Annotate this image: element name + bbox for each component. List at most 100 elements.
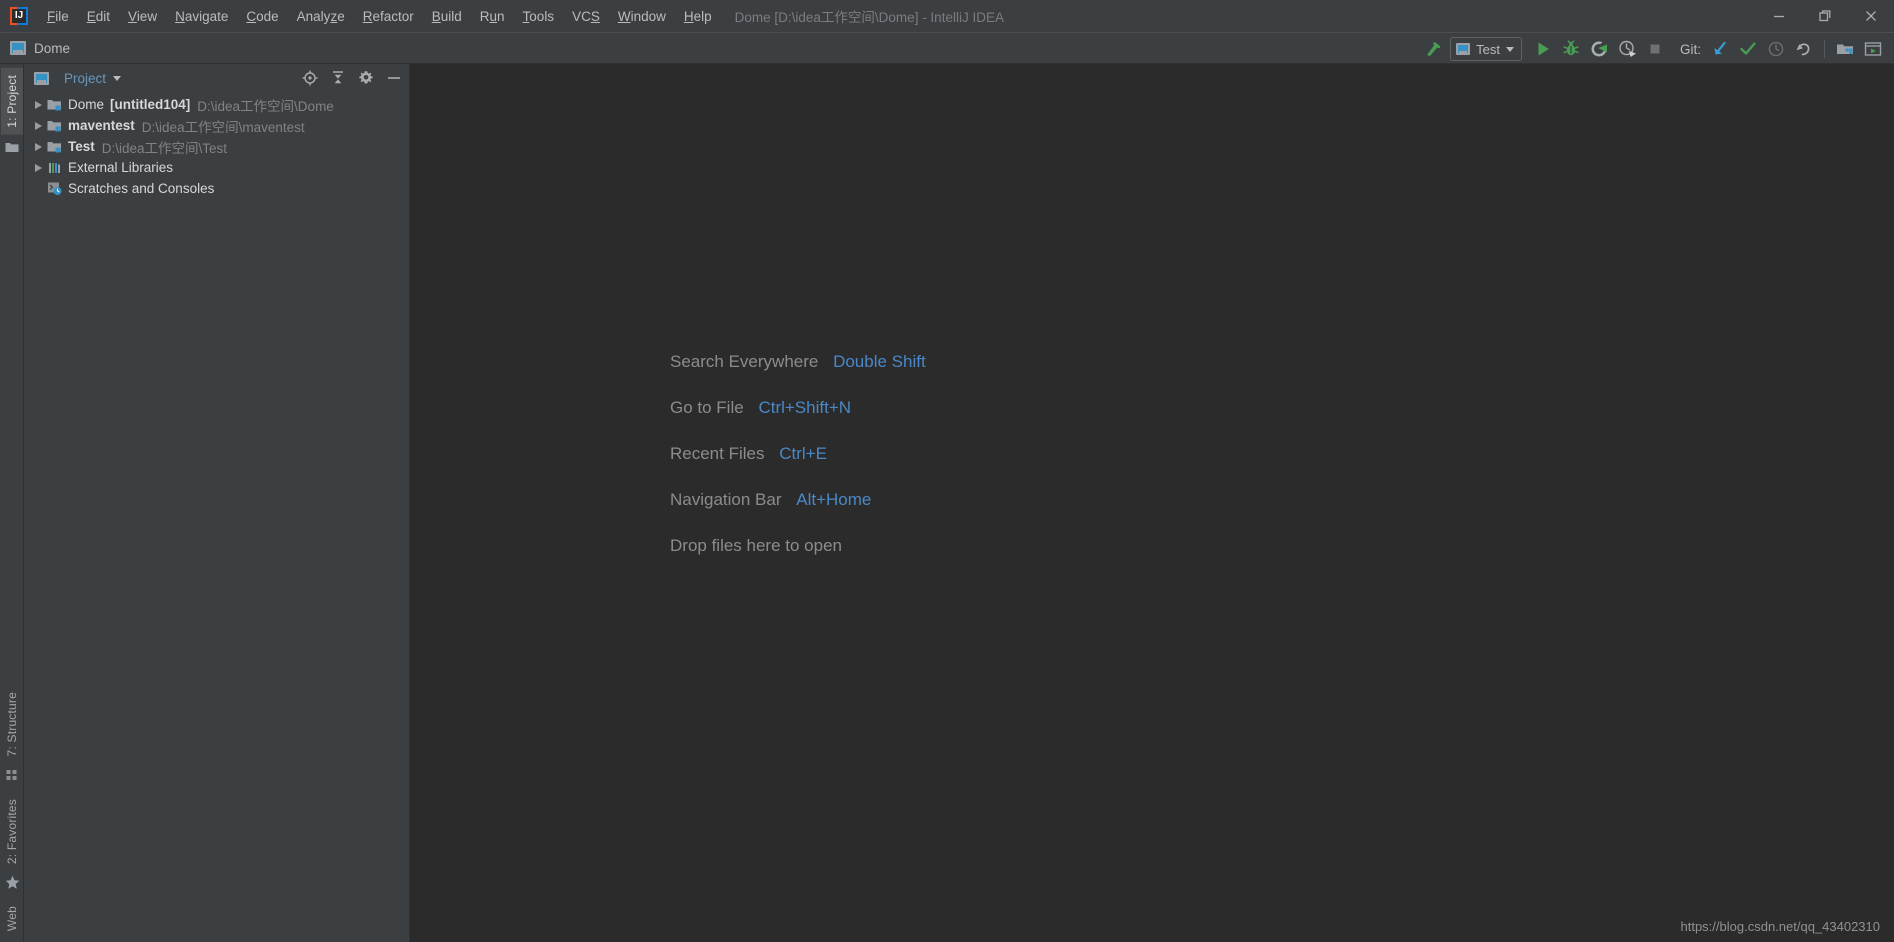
tree-row[interactable]: Test D:\idea工作空间\Test (24, 136, 409, 157)
menu-file[interactable]: File (38, 6, 78, 27)
sidebar-item-project[interactable]: 1: Project (0, 68, 23, 135)
close-icon[interactable] (1848, 0, 1894, 32)
module-folder-icon (46, 140, 64, 154)
hide-icon[interactable] (385, 69, 403, 87)
scratches-icon (46, 181, 64, 196)
left-tool-stripe: 1: Project 7: Structure 2: Favorites Web (0, 64, 24, 942)
tree-row[interactable]: Scratches and Consoles (24, 178, 409, 199)
tree-node-path: D:\idea工作空间\Test (101, 140, 228, 156)
tip-label: Recent Files (670, 444, 765, 463)
tip-recent-files: Recent Files Ctrl+E (670, 444, 926, 464)
menu-code[interactable]: Code (237, 6, 287, 27)
profiler-icon[interactable] (1614, 36, 1640, 62)
watermark: https://blog.csdn.net/qq_43402310 (1680, 919, 1881, 934)
module-icon (10, 41, 26, 55)
tree-node-label: maventest (68, 118, 135, 133)
tip-shortcut: Alt+Home (796, 490, 872, 509)
git-commit-icon[interactable] (1735, 36, 1761, 62)
project-tool-window: Project Dome [untitled104] D:\idea工作空间\D… (24, 64, 410, 942)
tip-label: Go to File (670, 398, 744, 417)
toolbar-separator (1824, 40, 1825, 58)
panel-title[interactable]: Project (64, 71, 106, 86)
menu-build[interactable]: Build (423, 6, 471, 27)
project-structure-icon[interactable] (1832, 36, 1858, 62)
tip-shortcut: Ctrl+Shift+N (758, 398, 852, 417)
menu-bar: IJ File Edit View Navigate Code Analyze … (0, 0, 1894, 32)
star-icon (2, 873, 22, 893)
sidebar-item-structure[interactable]: 7: Structure (1, 685, 23, 763)
tip-label: Navigation Bar (670, 490, 782, 509)
module-folder-icon (46, 119, 64, 133)
intellij-logo-icon: IJ (10, 7, 28, 25)
git-rollback-icon[interactable] (1791, 36, 1817, 62)
tree-row[interactable]: maventest D:\idea工作空间\maventest (24, 115, 409, 136)
module-folder-icon (46, 98, 64, 112)
menu-view[interactable]: View (119, 6, 166, 27)
expand-arrow-icon[interactable] (30, 100, 46, 109)
git-history-icon[interactable] (1763, 36, 1789, 62)
run-configuration-selector[interactable]: Test (1450, 37, 1522, 61)
tree-node-label: Test (68, 139, 95, 154)
tree-node-label: Dome (68, 97, 105, 112)
menu-analyze[interactable]: Analyze (288, 6, 354, 27)
collapse-all-icon[interactable] (329, 69, 347, 87)
main-body: 1: Project 7: Structure 2: Favorites Web… (0, 64, 1894, 942)
structure-icon (2, 766, 22, 786)
expand-arrow-icon[interactable] (30, 142, 46, 151)
tip-label: Search Everywhere (670, 352, 819, 371)
debug-icon[interactable] (1558, 36, 1584, 62)
sidebar-item-favorites[interactable]: 2: Favorites (1, 792, 23, 871)
tree-node-label: Scratches and Consoles (68, 181, 215, 196)
menu-vcs[interactable]: VCS (563, 6, 609, 27)
tip-shortcut: Ctrl+E (779, 444, 827, 463)
minimize-icon[interactable] (1756, 0, 1802, 32)
menu-run[interactable]: Run (471, 6, 514, 27)
menu-window[interactable]: Window (609, 6, 675, 27)
restore-icon[interactable] (1802, 0, 1848, 32)
run-icon[interactable] (1530, 36, 1556, 62)
window-title: Dome [D:\idea工作空间\Dome] - IntelliJ IDEA (734, 10, 1004, 25)
expand-arrow-icon[interactable] (30, 121, 46, 130)
menu-help[interactable]: Help (675, 6, 721, 27)
tip-label: Drop files here to open (670, 536, 842, 555)
menu-navigate[interactable]: Navigate (166, 6, 237, 27)
navbar-item-dome[interactable]: Dome (34, 41, 70, 56)
editor-area[interactable]: Search Everywhere Double Shift Go to Fil… (410, 64, 1894, 942)
menu-refactor[interactable]: Refactor (354, 6, 423, 27)
git-update-icon[interactable] (1707, 36, 1733, 62)
build-project-icon[interactable] (1420, 36, 1446, 62)
project-panel-header: Project (24, 64, 409, 92)
tip-navigation-bar: Navigation Bar Alt+Home (670, 490, 926, 510)
run-config-label: Test (1476, 41, 1500, 57)
tree-node-path: D:\idea工作空间\maventest (141, 119, 305, 135)
sidebar-item-web[interactable]: Web (1, 899, 23, 938)
tip-drop-files: Drop files here to open (670, 536, 926, 556)
expand-arrow-icon[interactable] (30, 163, 46, 172)
menu-edit[interactable]: Edit (78, 6, 119, 27)
tip-go-to-file: Go to File Ctrl+Shift+N (670, 398, 926, 418)
menu-tools[interactable]: Tools (514, 6, 564, 27)
run-window-icon[interactable] (1860, 36, 1886, 62)
panel-actions (301, 64, 403, 92)
chevron-down-icon[interactable] (113, 75, 122, 81)
editor-shortcut-tips: Search Everywhere Double Shift Go to Fil… (670, 352, 926, 582)
window-controls (1756, 0, 1894, 32)
stop-icon[interactable] (1642, 36, 1668, 62)
tree-row[interactable]: Dome [untitled104] D:\idea工作空间\Dome (24, 94, 409, 115)
toolbar-actions: Test Git: (1420, 33, 1886, 65)
navigation-bar[interactable]: Dome (0, 41, 70, 56)
run-with-coverage-icon[interactable] (1586, 36, 1612, 62)
gear-icon[interactable] (357, 69, 375, 87)
tip-shortcut: Double Shift (833, 352, 926, 371)
project-icon (34, 71, 49, 85)
project-icon (2, 137, 22, 157)
intellij-window: IJ File Edit View Navigate Code Analyze … (0, 0, 1894, 942)
tree-row[interactable]: External Libraries (24, 157, 409, 178)
tip-search-everywhere: Search Everywhere Double Shift (670, 352, 926, 372)
main-toolbar: Dome Test Git: (0, 32, 1894, 64)
locate-icon[interactable] (301, 69, 319, 87)
libraries-icon (46, 161, 64, 175)
chevron-down-icon[interactable] (1505, 46, 1514, 52)
project-tree: Dome [untitled104] D:\idea工作空间\Dome mave… (24, 92, 409, 942)
tree-node-tag: [untitled104] (110, 97, 191, 112)
